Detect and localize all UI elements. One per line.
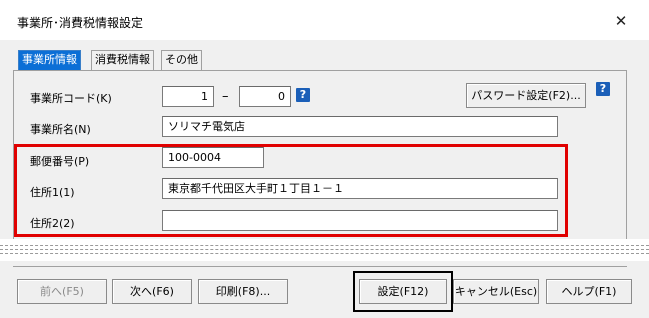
settings-highlight-box [353,271,453,312]
office-name-input[interactable]: ソリマチ電気店 [162,116,558,137]
office-code-label: 事業所コード(K) [30,92,112,105]
tab-consumption-tax[interactable]: 消費税情報 [91,50,154,70]
tab-other[interactable]: その他 [161,50,202,70]
password-settings-button[interactable]: パスワード設定(F2)... [466,83,586,108]
password-help-icon[interactable]: ? [596,82,610,96]
prev-button[interactable]: 前へ(F5) [17,279,107,304]
tab-office-info[interactable]: 事業所情報 [18,50,81,70]
cut-separator [0,239,649,261]
cancel-button[interactable]: キャンセル(Esc) [453,279,539,304]
footer-divider [13,266,627,267]
help-button[interactable]: ヘルプ(F1) [546,279,632,304]
window-title: 事業所･消費税情報設定 [17,16,144,30]
print-button[interactable]: 印刷(F8)... [198,279,288,304]
office-code-dash: – [222,89,229,104]
office-name-label: 事業所名(N) [30,123,91,136]
next-button[interactable]: 次へ(F6) [112,279,192,304]
address-highlight-box [14,144,568,237]
office-code-input-1[interactable]: 1 [162,86,214,107]
office-code-input-2[interactable]: 0 [239,86,291,107]
close-icon[interactable]: ✕ [610,10,632,32]
help-icon[interactable]: ? [296,88,310,102]
